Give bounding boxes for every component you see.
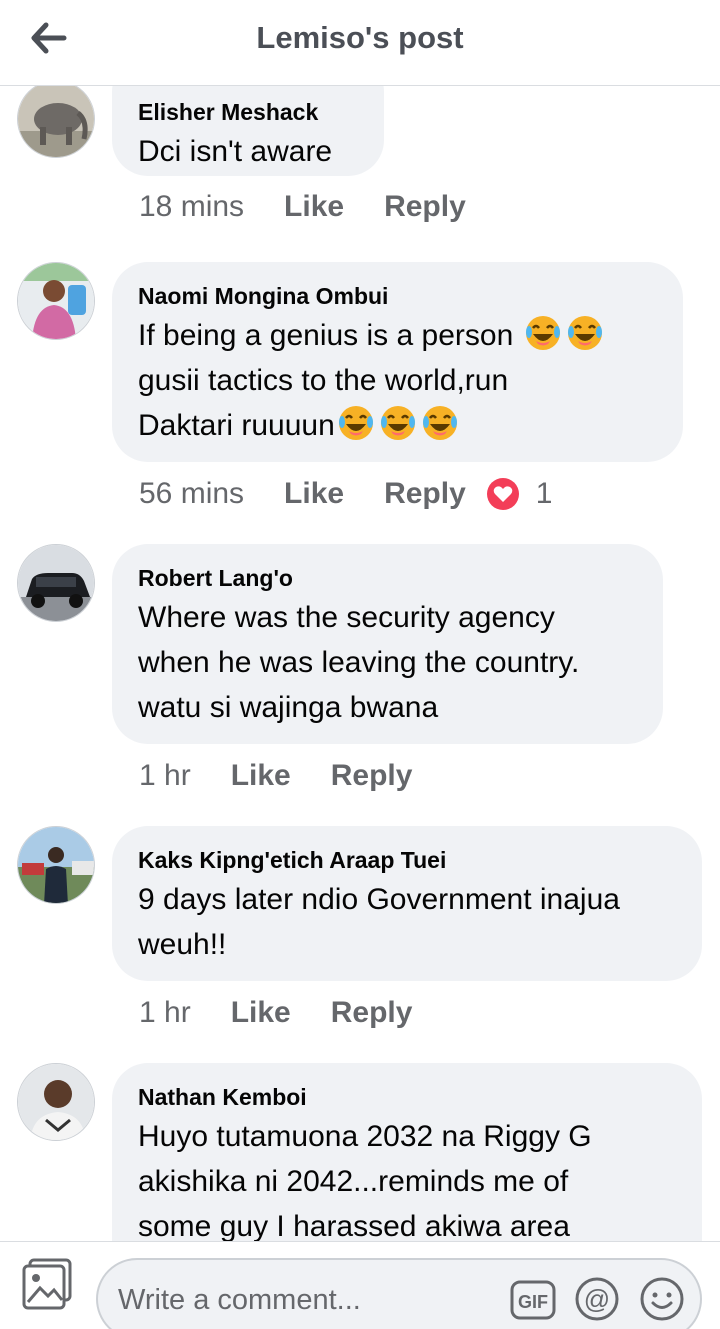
laughing-emoji-icon — [380, 406, 415, 440]
laughing-emoji-icon — [567, 316, 602, 350]
photo-icon — [22, 1258, 72, 1310]
comment-bubble[interactable]: Naomi Mongina Ombui If being a genius is… — [112, 262, 683, 462]
comment-bubble[interactable]: Robert Lang'o Where was the security age… — [112, 544, 663, 744]
photo-button[interactable] — [20, 1256, 76, 1312]
reply-button[interactable]: Reply — [331, 759, 413, 793]
comment-line: gusii tactics to the world,run — [138, 364, 509, 397]
like-button[interactable]: Like — [231, 996, 291, 1030]
comment-line: 9 days later ndio Government inajua — [138, 883, 620, 916]
reply-button[interactable]: Reply — [331, 996, 413, 1030]
smiley-icon — [640, 1277, 684, 1321]
comment-actions: 1 hr Like Reply — [139, 759, 452, 793]
laughing-emoji-icon — [422, 406, 457, 440]
comment-actions: 1 hr Like Reply — [139, 996, 452, 1030]
laughing-emoji-icon — [525, 316, 560, 350]
comment-bubble[interactable]: Nathan Kemboi Huyo tutamuona 2032 na Rig… — [112, 1063, 702, 1241]
comment-text: If being a genius is a person gusii tact… — [138, 313, 657, 448]
comment-line: If being a genius is a person — [138, 319, 514, 352]
comment-text: Huyo tutamuona 2032 na Riggy G akishika … — [138, 1114, 676, 1241]
avatar[interactable] — [17, 1063, 95, 1141]
love-icon — [486, 478, 519, 510]
comment-text: 9 days later ndio Government inajua weuh… — [138, 877, 676, 967]
elephant-photo — [18, 86, 94, 157]
avatar[interactable] — [17, 262, 95, 340]
comment-input-placeholder[interactable]: Write a comment... — [118, 1284, 361, 1317]
comment-author[interactable]: Kaks Kipng'etich Araap Tuei — [138, 846, 676, 874]
gif-button[interactable]: GIF — [510, 1280, 556, 1320]
comment-composer: Write a comment... GIF @ — [0, 1241, 720, 1329]
reaction-summary[interactable]: 1 — [486, 477, 553, 511]
comment-line: akishika ni 2042...reminds me of — [138, 1165, 569, 1198]
comment-time[interactable]: 1 hr — [139, 996, 191, 1030]
comment-text: Where was the security agency when he wa… — [138, 595, 637, 730]
comment-time[interactable]: 1 hr — [139, 759, 191, 793]
comment-time[interactable]: 18 mins — [139, 190, 244, 224]
comment-author[interactable]: Naomi Mongina Ombui — [138, 282, 657, 310]
page-title: Lemiso's post — [256, 20, 464, 55]
avatar[interactable] — [17, 826, 95, 904]
comment-author[interactable]: Elisher Meshack — [138, 98, 358, 126]
comments-list: Elisher Meshack Dci isn't aware 18 mins … — [0, 86, 720, 1241]
comment-line: Daktari ruuuun — [138, 409, 335, 442]
comment-author[interactable]: Robert Lang'o — [138, 564, 637, 592]
mention-label: @ — [584, 1284, 610, 1314]
man-portrait-photo — [18, 1064, 94, 1140]
laughing-emoji-icon — [338, 406, 373, 440]
reply-button[interactable]: Reply — [384, 190, 466, 224]
woman-photo — [18, 263, 94, 339]
mention-icon: @ — [575, 1277, 619, 1321]
gif-icon: GIF — [510, 1280, 556, 1320]
comment-line: Where was the security agency — [138, 601, 555, 634]
mention-button[interactable]: @ — [574, 1276, 620, 1322]
comment-actions: 18 mins Like Reply — [139, 190, 506, 224]
comment-bubble[interactable]: Elisher Meshack Dci isn't aware — [112, 86, 384, 176]
gif-label: GIF — [518, 1292, 548, 1312]
comment-input[interactable]: Write a comment... GIF @ — [96, 1258, 702, 1329]
reaction-count: 1 — [535, 477, 553, 510]
man-outdoors-photo — [18, 827, 94, 903]
emoji-button[interactable] — [639, 1276, 685, 1322]
reply-button[interactable]: Reply — [384, 477, 466, 511]
comment-line: some guy I harassed akiwa area — [138, 1210, 570, 1241]
comment-line: weuh!! — [138, 928, 227, 961]
comment-line: Dci isn't aware — [138, 135, 333, 168]
like-button[interactable]: Like — [284, 477, 344, 511]
comment-time[interactable]: 56 mins — [139, 477, 244, 511]
comment-line: Huyo tutamuona 2032 na Riggy G — [138, 1120, 592, 1153]
like-button[interactable]: Like — [231, 759, 291, 793]
comment-text: Dci isn't aware — [138, 129, 358, 174]
car-photo — [18, 545, 94, 621]
top-bar: Lemiso's post — [0, 0, 720, 86]
comment-bubble[interactable]: Kaks Kipng'etich Araap Tuei 9 days later… — [112, 826, 702, 981]
avatar[interactable] — [17, 86, 95, 158]
avatar[interactable] — [17, 544, 95, 622]
comment-line: watu si wajinga bwana — [138, 691, 439, 724]
comment-line: when he was leaving the country. — [138, 646, 580, 679]
like-button[interactable]: Like — [284, 190, 344, 224]
comment-author[interactable]: Nathan Kemboi — [138, 1083, 676, 1111]
comment-actions: 56 mins Like Reply 1 — [139, 477, 552, 511]
